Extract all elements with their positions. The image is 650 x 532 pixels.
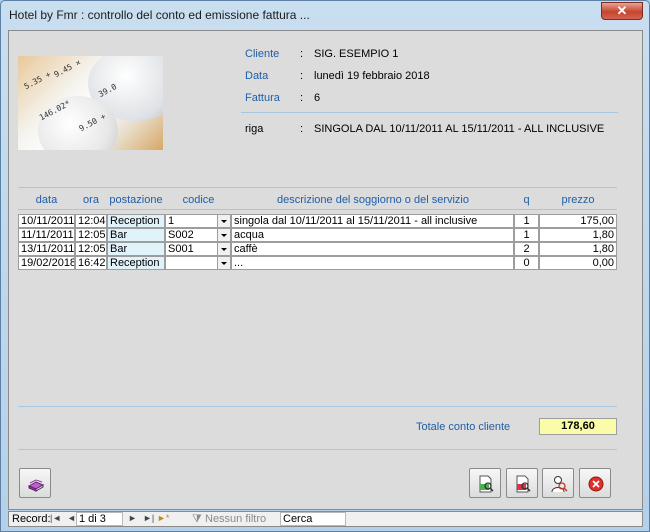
last-record-icon[interactable]: ►| bbox=[143, 513, 154, 523]
header-divider bbox=[241, 112, 618, 113]
cell-ora[interactable]: 12:04 bbox=[75, 214, 107, 228]
cell-codice[interactable]: S001 bbox=[165, 242, 218, 256]
new-record-icon[interactable]: ►* bbox=[157, 513, 169, 523]
cell-postazione[interactable]: Bar bbox=[107, 242, 165, 256]
totals-divider bbox=[18, 406, 617, 407]
filter-status[interactable]: Nessun filtro bbox=[205, 513, 266, 525]
table-row: 13/11/2011 12:05 Bar S001 caffè 2 1,80 bbox=[18, 242, 617, 256]
codice-dropdown-arrow-icon[interactable] bbox=[217, 256, 231, 270]
person-search-button[interactable] bbox=[542, 468, 574, 498]
cell-q[interactable]: 2 bbox=[514, 242, 539, 256]
cell-q[interactable]: 1 bbox=[514, 228, 539, 242]
column-header-data: data bbox=[35, 194, 58, 206]
cell-postazione[interactable]: Reception bbox=[107, 256, 165, 270]
cell-q[interactable]: 0 bbox=[514, 256, 539, 270]
column-header-q: q bbox=[523, 194, 530, 206]
cliente-value: SIG. ESEMPIO 1 bbox=[314, 48, 399, 60]
next-record-icon[interactable]: ► bbox=[128, 513, 137, 523]
cell-descrizione[interactable]: acqua bbox=[231, 228, 514, 242]
data-label: Data bbox=[245, 70, 269, 82]
cell-prezzo[interactable]: 0,00 bbox=[539, 256, 617, 270]
table-row: 10/11/2011 12:04 Reception 1 singola dal… bbox=[18, 214, 617, 228]
fattura-colon: : bbox=[300, 92, 304, 104]
codice-dropdown-arrow-icon[interactable] bbox=[217, 214, 231, 228]
column-header-postazione: postazione bbox=[109, 194, 163, 206]
cell-codice[interactable]: S002 bbox=[165, 228, 218, 242]
search-input[interactable]: Cerca bbox=[280, 512, 346, 526]
cell-data[interactable]: 19/02/2018 bbox=[18, 256, 75, 270]
fattura-value: 6 bbox=[314, 92, 321, 104]
data-value: lunedì 19 febbraio 2018 bbox=[314, 70, 430, 82]
cliente-label: Cliente bbox=[245, 48, 280, 60]
buttons-divider bbox=[18, 449, 617, 450]
column-header-codice: codice bbox=[182, 194, 215, 206]
record-label: Record: bbox=[12, 513, 51, 525]
cell-data[interactable]: 11/11/2011 bbox=[18, 228, 75, 242]
table-header-divider bbox=[18, 209, 617, 210]
codice-dropdown-arrow-icon[interactable] bbox=[217, 228, 231, 242]
filter-funnel-icon[interactable]: ⧩ bbox=[192, 513, 202, 526]
previous-record-icon[interactable]: ◄ bbox=[67, 513, 76, 523]
cell-ora[interactable]: 12:05 bbox=[75, 242, 107, 256]
cell-prezzo[interactable]: 175,00 bbox=[539, 214, 617, 228]
print-report-button[interactable] bbox=[506, 468, 538, 498]
codice-dropdown-arrow-icon[interactable] bbox=[217, 242, 231, 256]
book-icon bbox=[27, 479, 45, 492]
first-record-icon[interactable]: |◄ bbox=[50, 513, 61, 523]
total-label: Totale conto cliente bbox=[416, 421, 511, 433]
photo-digit-4: 5.35 + bbox=[22, 69, 53, 92]
table-row: 19/02/2018 16:42 Reception ... 0 0,00 bbox=[18, 256, 617, 270]
riga-value: SINGOLA DAL 10/11/2011 AL 15/11/2011 - A… bbox=[314, 123, 605, 135]
print-report-icon bbox=[516, 475, 531, 493]
cell-prezzo[interactable]: 1,80 bbox=[539, 228, 617, 242]
cell-data[interactable]: 10/11/2011 bbox=[18, 214, 75, 228]
cell-descrizione[interactable]: ... bbox=[231, 256, 514, 270]
cell-ora[interactable]: 12:05 bbox=[75, 228, 107, 242]
riga-label: riga bbox=[245, 123, 264, 135]
column-header-ora: ora bbox=[83, 194, 99, 206]
book-button[interactable] bbox=[19, 468, 51, 498]
cell-descrizione[interactable]: singola dal 10/11/2011 al 15/11/2011 - a… bbox=[231, 214, 514, 228]
riga-colon: : bbox=[300, 123, 304, 135]
record-navigation-bar: Record: |◄ ◄ 1 di 3 ► ►| ►* ⧩ Nessun fil… bbox=[8, 511, 643, 527]
table-top-divider bbox=[18, 187, 617, 188]
cliente-colon: : bbox=[300, 48, 304, 60]
person-search-icon bbox=[551, 476, 568, 493]
cell-prezzo[interactable]: 1,80 bbox=[539, 242, 617, 256]
receipt-roll-photo: 9.45 × 146.02* 39.0 9.50 + 5.35 + bbox=[18, 56, 163, 150]
title-bar: Hotel by Fmr : controllo del conto ed em… bbox=[1, 1, 649, 29]
cell-postazione[interactable]: Bar bbox=[107, 228, 165, 242]
window-close-button[interactable]: ✕ bbox=[601, 2, 643, 20]
form-body: 9.45 × 146.02* 39.0 9.50 + 5.35 + Client… bbox=[8, 30, 643, 510]
record-position-input[interactable]: 1 di 3 bbox=[76, 512, 123, 526]
total-value: 178,60 bbox=[539, 418, 617, 435]
cell-codice[interactable] bbox=[165, 256, 218, 270]
app-window: Hotel by Fmr : controllo del conto ed em… bbox=[0, 0, 650, 532]
preview-report-button[interactable] bbox=[469, 468, 501, 498]
cell-codice[interactable]: 1 bbox=[165, 214, 218, 228]
table-row: 11/11/2011 12:05 Bar S002 acqua 1 1,80 bbox=[18, 228, 617, 242]
cell-postazione[interactable]: Reception bbox=[107, 214, 165, 228]
fattura-label: Fattura bbox=[245, 92, 280, 104]
column-header-descrizione: descrizione del soggiorno o del servizio bbox=[277, 194, 469, 206]
window-title: Hotel by Fmr : controllo del conto ed em… bbox=[9, 8, 310, 22]
preview-report-icon bbox=[479, 475, 494, 493]
column-header-prezzo: prezzo bbox=[561, 194, 595, 206]
cell-descrizione[interactable]: caffè bbox=[231, 242, 514, 256]
cell-ora[interactable]: 16:42 bbox=[75, 256, 107, 270]
cell-q[interactable]: 1 bbox=[514, 214, 539, 228]
data-colon: : bbox=[300, 70, 304, 82]
photo-digit-0: 9.45 × bbox=[52, 57, 83, 80]
close-form-button[interactable] bbox=[579, 468, 611, 498]
cell-data[interactable]: 13/11/2011 bbox=[18, 242, 75, 256]
close-circle-icon bbox=[588, 476, 604, 492]
